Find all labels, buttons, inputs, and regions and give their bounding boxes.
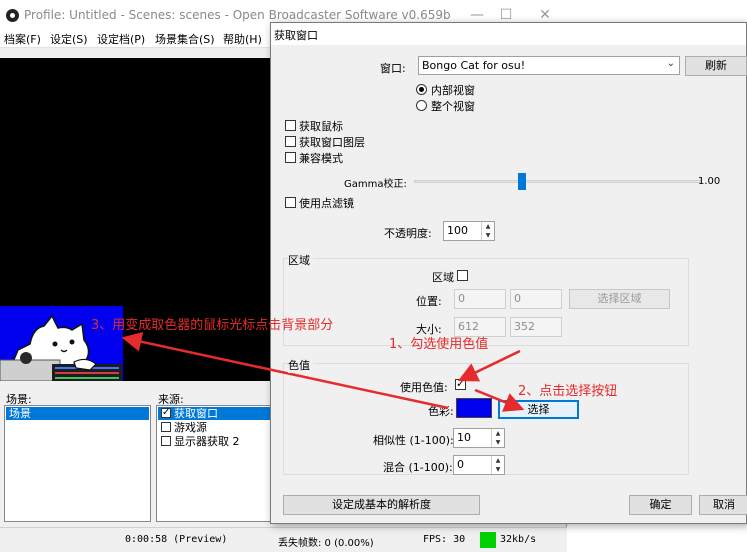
capture-layers-label: 获取窗口图层 [299,136,365,149]
annotation-step1: 1、勾选使用色值 [389,337,489,352]
scene-item[interactable]: 场景 [6,407,149,420]
annotation-step2: 2、点击选择按钮 [518,384,618,399]
spin-arrows-icon[interactable]: ▲ ▼ [491,456,504,474]
opacity-value: 100 [447,224,468,237]
position-y-field: 0 [510,289,562,309]
color-key-group-title: 色值 [288,357,313,373]
select-color-button[interactable]: 选择 [498,400,579,419]
spin-arrows-icon[interactable]: ▲ ▼ [481,222,494,240]
whole-window-radio[interactable] [416,100,427,111]
menu-settings[interactable]: 设定(S) [50,31,88,47]
source-visibility-checkbox[interactable] [161,422,171,432]
source-label: 游戏源 [174,421,207,434]
capture-cursor-label: 获取鼠标 [299,120,343,133]
select-region-button[interactable]: 选择区域 [569,289,670,309]
refresh-button[interactable]: 刷新 [685,56,747,76]
status-fps: FPS: 30 [423,534,466,545]
cancel-button[interactable]: 取消 [699,495,747,515]
size-height-field: 352 [510,317,562,337]
region-checkbox[interactable] [457,270,468,281]
blend-spinbox[interactable]: 0 ▲ ▼ [453,455,505,475]
compat-mode-label: 兼容模式 [299,152,343,165]
menu-scene-collection[interactable]: 场景集合(S) [155,31,215,47]
gamma-label: Gamma校正: [344,179,407,190]
window-select-value: Bongo Cat for osu! [422,59,526,72]
window-capture-dialog: 获取窗口 窗口: Bongo Cat for osu! ⌄ 刷新 内部视窗 整个… [270,22,747,524]
source-visibility-checkbox[interactable] [161,436,171,446]
source-item[interactable]: 显示器获取 2 [158,435,272,448]
menu-file[interactable]: 档案(F) [4,31,41,47]
source-visibility-checkbox[interactable] [161,406,171,419]
position-label: 位置: [416,295,442,308]
window-select[interactable]: Bongo Cat for osu! ⌄ [418,56,680,75]
use-color-key-label: 使用色值: [400,381,448,394]
scenes-list[interactable]: 场景 [4,405,151,522]
blend-label: 混合 (1-100): [383,461,453,474]
capture-layers-checkbox[interactable] [285,136,296,147]
obs-title-text: Profile: Untitled - Scenes: scenes - Ope… [24,8,451,22]
inner-window-radio[interactable] [416,84,427,95]
ok-button[interactable]: 确定 [629,495,692,515]
similarity-spinbox[interactable]: 10 ▲ ▼ [453,428,505,448]
status-time: 0:00:58 (Preview) [125,534,228,545]
gamma-value: 1.00 [698,176,721,187]
annotation-step3: 3、用变成取色器的鼠标光标点击背景部分 [91,318,334,333]
spin-arrows-icon[interactable]: ▲ ▼ [491,429,504,447]
similarity-label: 相似性 (1-100): [373,434,454,447]
dialog-title: 获取窗口 [274,29,318,42]
stream-health-indicator [480,532,496,548]
region-label: 区域 [432,271,454,284]
color-label: 色彩: [428,405,454,418]
source-item[interactable]: 游戏源 [158,421,272,434]
source-label: 获取窗口 [174,407,218,420]
menu-help[interactable]: 帮助(H) [223,31,262,47]
status-bar: 0:00:58 (Preview) 丢失帧数: 0 (0.00%) FPS: 3… [0,527,567,552]
status-dropped-frames: 丢失帧数: 0 (0.00%) [278,538,374,549]
opacity-spinbox[interactable]: 100 ▲ ▼ [443,221,495,241]
source-label: 显示器获取 2 [174,435,240,448]
dialog-titlebar: 获取窗口 [271,23,746,45]
region-group-title: 区域 [288,252,313,268]
similarity-value: 10 [457,431,471,444]
base-resolution-button[interactable]: 设定成基本的解析度 [283,495,480,515]
gamma-slider-track[interactable] [414,180,702,183]
source-item[interactable]: 获取窗口 [158,406,272,420]
gamma-slider-thumb[interactable] [518,173,526,190]
whole-window-label: 整个视窗 [431,100,475,113]
compat-mode-checkbox[interactable] [285,152,296,163]
point-filter-checkbox[interactable] [285,197,296,208]
obs-logo-icon [6,9,19,22]
sources-list[interactable]: 获取窗口 游戏源 显示器获取 2 [156,405,274,522]
window-label: 窗口: [380,62,406,75]
point-filter-label: 使用点滤镜 [299,197,354,210]
status-bitrate: 32kb/s [500,534,537,545]
key-color-swatch[interactable] [456,398,492,418]
menu-profile[interactable]: 设定档(P) [97,31,145,47]
use-color-key-checkbox[interactable] [455,377,466,390]
capture-cursor-checkbox[interactable] [285,120,296,131]
chevron-down-icon: ⌄ [666,58,675,69]
blend-value: 0 [457,458,464,471]
inner-window-label: 内部视窗 [431,84,475,97]
opacity-label: 不透明度: [384,227,432,240]
position-x-field: 0 [454,289,506,309]
